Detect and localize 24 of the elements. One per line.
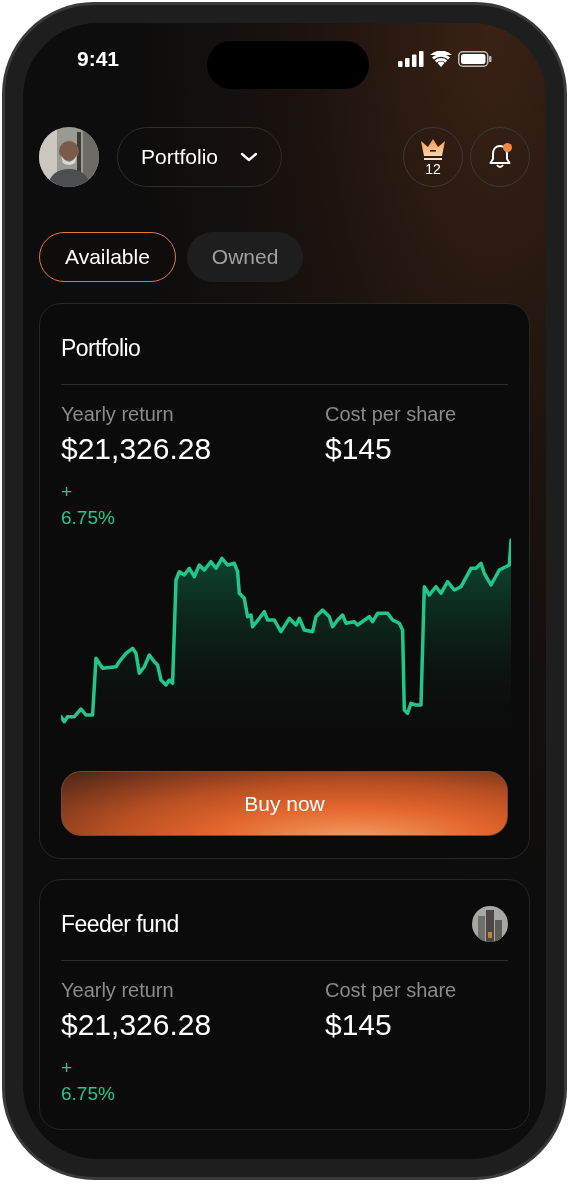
card-title: Feeder fund [61,909,179,939]
status-time: 9:41 [77,46,120,73]
stat-label: Yearly return [61,978,175,1003]
buy-button[interactable]: Buy now [61,771,508,836]
stat-value: $145 [325,431,393,467]
stat-label: Cost per share [325,978,458,1003]
change-percent: 6.75% [61,506,116,530]
stat-label: Yearly return [61,402,175,427]
stat-label: Cost per share [325,402,458,427]
chevron-down-icon [240,152,259,162]
bell-icon [488,144,512,170]
crown-icon [420,138,446,162]
wifi-icon [430,51,452,67]
stat-value: $21,326.28 [61,1007,213,1043]
battery-icon [458,51,492,67]
filter-tab[interactable]: Available [39,232,176,282]
stat-value: $145 [325,1007,393,1043]
stat-value: $21,326.28 [61,431,213,467]
filter-tab[interactable]: Owned [186,232,304,282]
change-sign: + [61,480,74,504]
signal-icon [398,51,424,67]
change-sign: + [61,1056,74,1080]
change-percent: 6.75% [61,1082,116,1106]
card-title: Portfolio [61,333,141,363]
